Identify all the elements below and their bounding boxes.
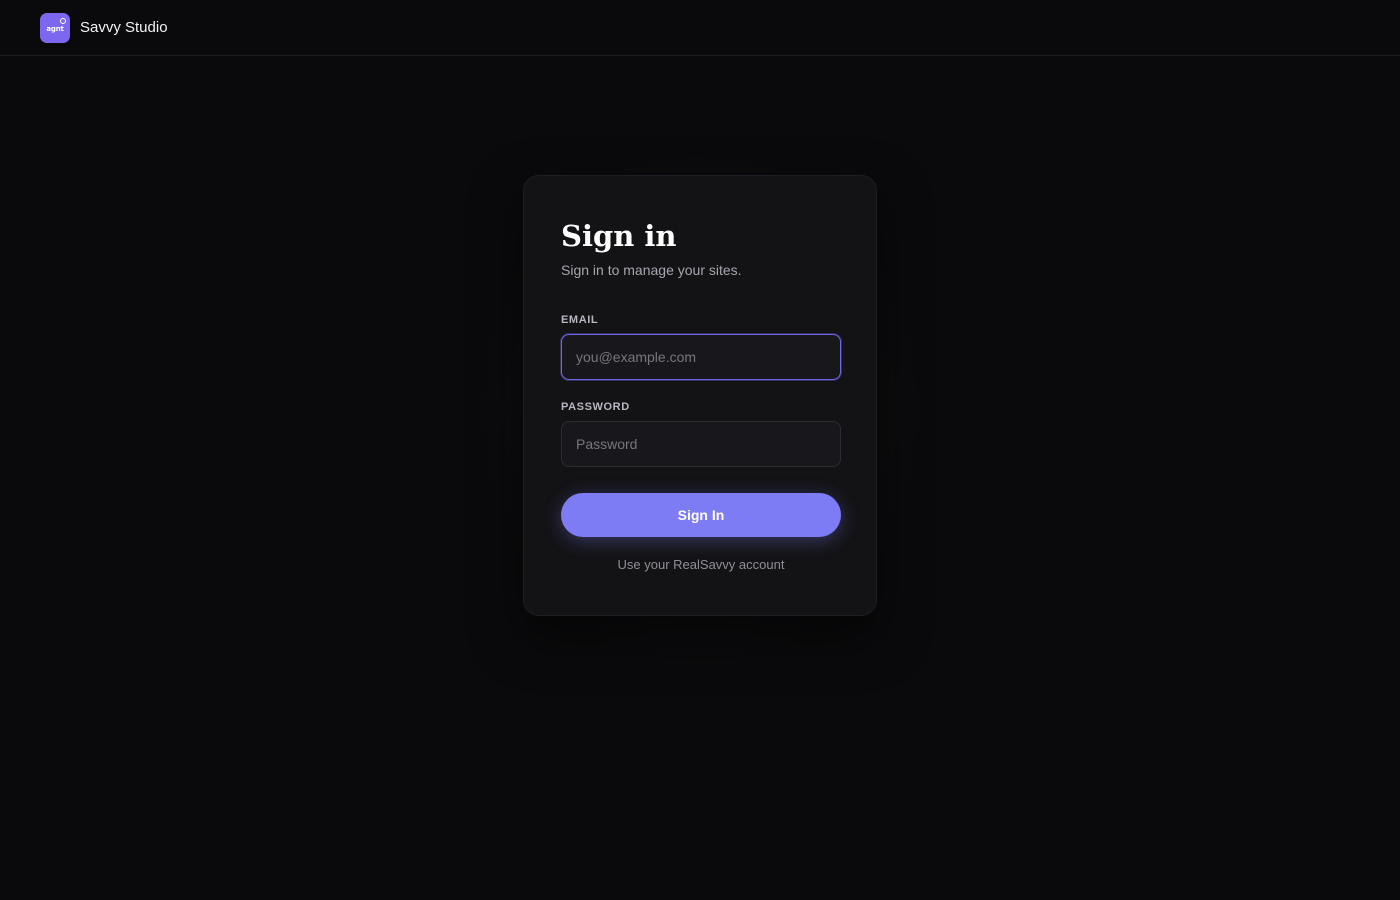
signin-card-container: Sign in Sign in to manage your sites. EM… — [473, 145, 927, 676]
page-title: Sign in — [561, 219, 677, 253]
password-label: PASSWORD — [561, 401, 630, 413]
account-hint: Use your RealSavvy account — [617, 557, 785, 572]
email-field[interactable] — [561, 334, 841, 380]
password-field[interactable] — [561, 421, 841, 467]
logo-text: agnt — [46, 25, 64, 33]
signin-card: Sign in Sign in to manage your sites. EM… — [523, 175, 877, 616]
sign-in-button[interactable]: Sign In — [561, 493, 841, 537]
logo-icon[interactable]: agnt — [40, 12, 70, 43]
brand-name[interactable]: Savvy Studio — [80, 19, 168, 36]
email-label: EMAIL — [561, 314, 599, 326]
logo-badge-icon — [60, 17, 66, 24]
top-bar: agnt Savvy Studio — [0, 0, 1400, 56]
page-subtitle: Sign in to manage your sites. — [561, 262, 742, 278]
